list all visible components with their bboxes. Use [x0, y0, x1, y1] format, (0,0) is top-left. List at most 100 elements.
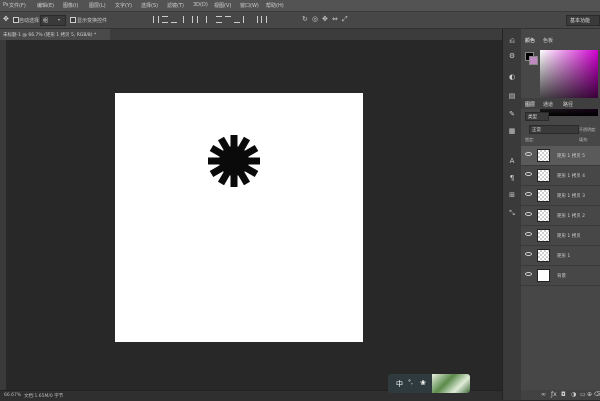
paragraph-icon[interactable]: ¶ [508, 174, 516, 182]
menu-bar: Ps 文件(F) 编辑(E) 图像(I) 图层(L) 文字(Y) 选择(S) 滤… [0, 0, 600, 12]
layer-filter-dropdown[interactable]: 类型 [525, 112, 549, 121]
menu-item-layer[interactable]: 图层(L) [89, 2, 106, 9]
3d-slide-icon[interactable]: ⇔ [332, 15, 338, 23]
layer-row[interactable]: 矩形 1 拷贝 [521, 226, 600, 246]
new-layer-icon[interactable]: ⊕ [587, 391, 592, 398]
menu-item-type[interactable]: 文字(Y) [115, 2, 132, 9]
visibility-eye-icon[interactable] [525, 232, 532, 236]
align-vcenter-icon[interactable] [162, 16, 168, 23]
layer-row[interactable]: 矩形 1 拷贝 4 [521, 166, 600, 186]
adjustment-layer-icon[interactable]: ◑ [571, 391, 576, 398]
layer-row[interactable]: 矩形 1 [521, 246, 600, 266]
tab-color[interactable]: 颜色 [525, 37, 535, 44]
character-icon[interactable]: A [508, 157, 516, 165]
menu-item-file[interactable]: 文件(F) [9, 2, 26, 9]
layer-thumbnail [537, 249, 550, 262]
move-tool-icon[interactable]: ✥ [3, 16, 9, 23]
zoom-readout[interactable]: 66.67% [4, 393, 21, 398]
menu-item-view[interactable]: 视图(V) [214, 2, 231, 9]
layer-style-icon[interactable]: ƒx [551, 391, 557, 398]
chevron-down-icon: ▾ [58, 17, 61, 22]
layer-list: 矩形 1 拷贝 5 矩形 1 拷贝 4 矩形 1 拷贝 3 矩形 1 拷贝 2 … [521, 146, 600, 316]
3d-rotate-icon[interactable]: ↻ [302, 15, 308, 23]
visibility-eye-icon[interactable] [525, 192, 532, 196]
visibility-eye-icon[interactable] [525, 172, 532, 176]
menu-item-edit[interactable]: 编辑(E) [37, 2, 54, 9]
auto-select-dropdown[interactable]: 组 ▾ [40, 15, 66, 26]
layer-thumbnail [537, 189, 550, 202]
layer-row-background[interactable]: 背景 [521, 266, 600, 286]
layer-name: 矩形 1 拷贝 [557, 234, 581, 239]
visibility-eye-icon[interactable] [525, 152, 532, 156]
document-tab-title: 未标题-1 @ 66.7% (矩形 1 拷贝 5, RGB/8) * [3, 33, 97, 38]
history-icon[interactable]: ⎌ [508, 37, 516, 45]
background-color-swatch[interactable] [529, 56, 538, 65]
align-bottom-icon[interactable] [171, 16, 177, 23]
opacity-label: 不透明度: [579, 127, 597, 132]
ime-mode-label[interactable]: 中 [396, 379, 403, 389]
workspace-label: 基本功能 [570, 18, 591, 24]
visibility-eye-icon[interactable] [525, 272, 532, 276]
layer-name: 矩形 1 拷贝 3 [557, 194, 586, 199]
menu-item-image[interactable]: 图像(I) [63, 2, 78, 9]
glyphs-icon[interactable]: ⊞ [508, 191, 516, 199]
align-right-icon[interactable] [201, 16, 207, 23]
align-hcenter-icon[interactable] [192, 16, 198, 23]
distribute-left-icon[interactable] [243, 16, 249, 23]
3d-scale-icon[interactable]: ⤢ [342, 15, 348, 24]
menu-item-window[interactable]: 窗口(W) [240, 2, 259, 9]
delete-layer-icon[interactable]: ⌫ [594, 391, 600, 398]
show-transform-checkbox[interactable] [70, 17, 76, 23]
layer-row[interactable]: 矩形 1 拷贝 5 [521, 146, 600, 166]
libraries-icon[interactable]: ▤ [508, 92, 516, 100]
punctuation-icon[interactable]: °, [408, 379, 413, 386]
menu-item-help[interactable]: 帮助(H) [266, 2, 284, 9]
layer-filter-kind: 类型 [528, 115, 537, 120]
tab-paths[interactable]: 路径 [563, 101, 573, 108]
skin-icon[interactable]: ❀ [420, 379, 426, 387]
menu-item-select[interactable]: 选择(S) [141, 2, 158, 9]
distribute-right-icon[interactable] [261, 16, 267, 23]
tab-channels[interactable]: 通道 [543, 101, 553, 108]
link-layers-icon[interactable]: ∞ [541, 391, 546, 398]
layer-thumbnail [537, 149, 550, 162]
distribute-hcenter-icon[interactable] [252, 16, 258, 23]
workspace-switcher[interactable]: 基本功能 [566, 15, 600, 26]
ime-toolbar[interactable]: 中 °, ❀ [388, 374, 470, 393]
add-mask-icon[interactable]: ◘ [561, 391, 566, 398]
blend-mode-value: 正常 [532, 128, 541, 133]
distribute-vcenter-icon[interactable] [225, 16, 231, 23]
layer-row[interactable]: 矩形 1 拷贝 2 [521, 206, 600, 226]
document-tab[interactable]: 未标题-1 @ 66.7% (矩形 1 拷贝 5, RGB/8) * [0, 29, 110, 40]
menu-item-filter[interactable]: 滤镜(T) [167, 2, 184, 9]
align-left-icon[interactable] [183, 16, 189, 23]
document-info[interactable]: 文档:1.65M/0 字节 [24, 393, 63, 399]
menu-item-3d[interactable]: 3D(D) [193, 2, 208, 8]
3d-pan-icon[interactable]: ✥ [322, 15, 328, 23]
visibility-eye-icon[interactable] [525, 252, 532, 256]
starburst-shape[interactable] [208, 131, 260, 191]
layer-thumbnail [537, 269, 550, 282]
properties-icon[interactable]: ⚙ [508, 52, 516, 60]
align-top-icon[interactable] [153, 16, 159, 23]
3d-roll-icon[interactable]: ◎ [312, 15, 318, 23]
swatches-icon[interactable]: ▦ [508, 127, 516, 135]
tab-swatches[interactable]: 色板 [543, 37, 553, 44]
layer-thumbnail [537, 229, 550, 242]
adjustments-icon[interactable]: ◐ [508, 73, 516, 81]
fill-label: 填充: [579, 137, 589, 142]
new-group-icon[interactable]: ▭ [580, 391, 586, 398]
tab-layers[interactable]: 图层 [525, 101, 535, 108]
brush-icon[interactable]: ✎ [508, 110, 516, 118]
show-transform-label: 显示变换控件 [77, 18, 108, 24]
transform-icon[interactable]: ⤡ [508, 209, 516, 217]
ps-logo[interactable]: Ps [3, 2, 9, 8]
layer-row[interactable]: 矩形 1 拷贝 3 [521, 186, 600, 206]
distribute-bottom-icon[interactable] [234, 16, 240, 23]
ime-skin-image [432, 374, 470, 393]
panel-icon-column: ⎌ ⚙ ◐ ▤ ✎ ▦ A ¶ ⊞ ⤡ [502, 29, 522, 400]
lock-label: 锁定: [525, 137, 535, 142]
blend-mode-dropdown[interactable]: 正常 [529, 125, 579, 134]
distribute-top-icon[interactable] [216, 16, 222, 23]
visibility-eye-icon[interactable] [525, 212, 532, 216]
